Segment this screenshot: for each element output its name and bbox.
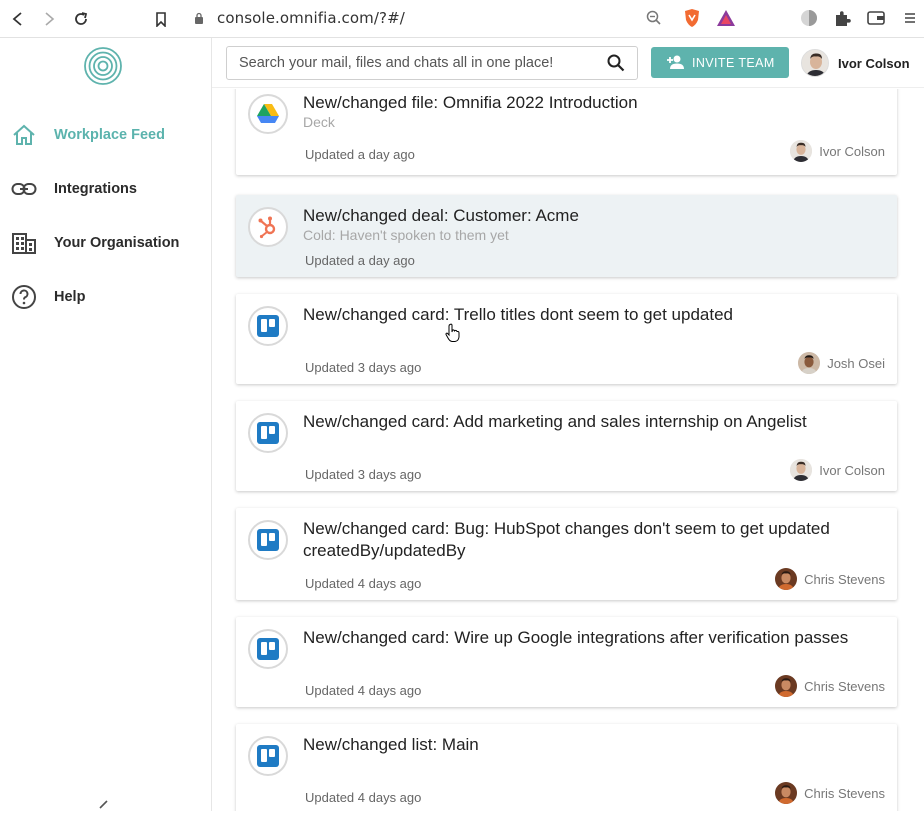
user-name: Ivor Colson (838, 55, 910, 71)
card-owner: Ivor Colson (790, 459, 885, 481)
card-updated: Updated 3 days ago (305, 467, 422, 482)
invite-team-button[interactable]: INVITE TEAM (651, 47, 789, 78)
add-person-icon (667, 55, 684, 69)
card-updated: Updated a day ago (305, 147, 415, 162)
card-owner: Josh Osei (798, 352, 885, 374)
sidebar-item-label: Workplace Feed (54, 127, 165, 143)
link-icon (11, 176, 37, 202)
owner-name: Josh Osei (827, 355, 885, 371)
lock-icon (195, 12, 203, 24)
card-title: New/changed list: Main (303, 735, 479, 754)
bookmark-icon[interactable] (149, 7, 173, 31)
owner-name: Ivor Colson (819, 462, 885, 478)
browser-toolbar: console.omnifia.com/?#/ (0, 0, 924, 38)
card-title: New/changed card: Add marketing and sale… (303, 412, 807, 431)
zoom-icon[interactable] (643, 7, 665, 29)
card-owner: Chris Stevens (775, 675, 885, 697)
feed-card[interactable]: New/changed deal: Customer: Acme Cold: H… (236, 195, 897, 277)
card-subtitle: Cold: Haven't spoken to them yet (303, 227, 509, 243)
card-updated: Updated 3 days ago (305, 360, 422, 375)
help-circle-icon (11, 284, 37, 310)
trello-icon (248, 413, 288, 453)
search-box (226, 46, 638, 80)
search-input[interactable] (227, 47, 597, 79)
app-header: INVITE TEAM Ivor Colson (212, 38, 924, 88)
card-title: New/changed card: Trello titles dont see… (303, 305, 733, 324)
card-updated: Updated 4 days ago (305, 576, 422, 591)
hubspot-icon (248, 207, 288, 247)
brave-shield-icon[interactable] (681, 7, 703, 29)
forward-icon[interactable] (37, 7, 61, 31)
google-drive-icon (248, 94, 288, 134)
feed-card[interactable]: New/changed file: Omnifia 2022 Introduct… (236, 89, 897, 175)
trello-icon (248, 736, 288, 776)
feed-card[interactable]: New/changed card: Trello titles dont see… (236, 294, 897, 384)
address-bar[interactable]: console.omnifia.com/?#/ (217, 9, 405, 27)
menu-icon[interactable] (899, 7, 921, 29)
user-menu[interactable]: Ivor Colson (801, 48, 910, 78)
card-owner: Chris Stevens (775, 782, 885, 804)
feed-card[interactable]: New/changed card: Wire up Google integra… (236, 617, 897, 707)
invite-team-label: INVITE TEAM (692, 56, 775, 70)
sidebar-item-label: Your Organisation (54, 235, 180, 251)
sidebar-item-your-organisation[interactable]: Your Organisation (0, 223, 211, 263)
avatar (801, 49, 829, 77)
sidebar-item-label: Integrations (54, 181, 137, 197)
extension-icon[interactable] (798, 7, 820, 29)
workplace-feed: New/changed file: Omnifia 2022 Introduct… (212, 89, 924, 811)
card-subtitle: Deck (303, 114, 335, 130)
trello-icon (248, 629, 288, 669)
card-title: New/changed card: Bug: HubSpot changes d… (303, 519, 830, 560)
owner-name: Chris Stevens (804, 785, 885, 801)
sidebar-item-label: Help (54, 289, 86, 305)
search-icon[interactable] (607, 54, 625, 72)
feed-card[interactable]: New/changed list: Main Updated 4 days ag… (236, 724, 897, 811)
building-icon (11, 230, 37, 256)
avatar (790, 140, 813, 162)
sidebar-item-integrations[interactable]: Integrations (0, 169, 211, 209)
avatar (775, 782, 798, 804)
feed-card[interactable]: New/changed card: Add marketing and sale… (236, 401, 897, 491)
card-title: New/changed deal: Customer: Acme (303, 206, 579, 225)
feed-card[interactable]: New/changed card: Bug: HubSpot changes d… (236, 508, 897, 600)
card-owner: Chris Stevens (775, 568, 885, 590)
sidebar-item-workplace-feed[interactable]: Workplace Feed (0, 115, 211, 155)
omnifia-logo[interactable] (83, 46, 123, 86)
home-icon (11, 122, 37, 148)
card-title: New/changed file: Omnifia 2022 Introduct… (303, 93, 638, 112)
back-icon[interactable] (6, 7, 30, 31)
avatar (775, 568, 798, 590)
sidebar: Workplace Feed Integrations Your Organis… (0, 38, 212, 811)
owner-name: Chris Stevens (804, 571, 885, 587)
owner-name: Ivor Colson (819, 143, 885, 159)
avatar (798, 352, 821, 374)
wallet-icon[interactable] (865, 7, 887, 29)
trello-icon (248, 520, 288, 560)
avatar (790, 459, 813, 481)
brave-rewards-icon[interactable] (715, 7, 737, 29)
card-owner: Ivor Colson (790, 140, 885, 162)
collapse-sidebar-icon[interactable] (96, 798, 110, 812)
card-updated: Updated a day ago (305, 253, 415, 268)
sidebar-item-help[interactable]: Help (0, 277, 211, 317)
puzzle-icon[interactable] (831, 7, 853, 29)
owner-name: Chris Stevens (804, 678, 885, 694)
avatar (775, 675, 798, 697)
reload-icon[interactable] (69, 7, 93, 31)
card-updated: Updated 4 days ago (305, 683, 422, 698)
card-updated: Updated 4 days ago (305, 790, 422, 805)
card-title: New/changed card: Wire up Google integra… (303, 628, 849, 647)
trello-icon (248, 306, 288, 346)
